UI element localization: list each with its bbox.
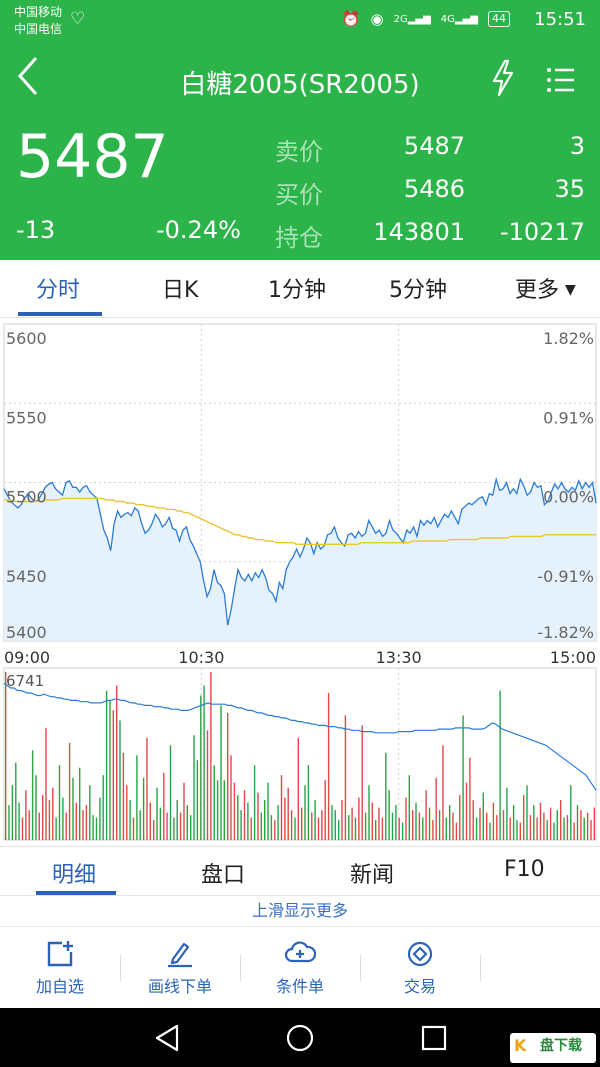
condition-order-button[interactable]: 条件单	[240, 927, 360, 1009]
price-axis-label: 5400	[6, 623, 47, 642]
price-axis-label: 5500	[6, 488, 47, 507]
buy-label: 买价	[275, 181, 323, 209]
trade-button[interactable]: 交易	[360, 927, 480, 1009]
flash-order-button[interactable]	[488, 58, 518, 98]
time-axis-label: 13:30	[376, 648, 422, 667]
trade-target-icon	[407, 941, 433, 967]
buy-row: 买价 5486 35	[275, 175, 585, 215]
position-value: 143801	[373, 218, 465, 246]
draw-order-button[interactable]: 画线下单	[120, 927, 240, 1009]
list-menu-icon	[547, 68, 574, 92]
status-time: 15:51	[534, 9, 586, 30]
time-axis-label: 09:00	[4, 648, 50, 667]
price-change-percent: -0.24%	[156, 216, 241, 244]
percent-axis-label: -0.91%	[537, 567, 594, 586]
swipe-up-hint[interactable]: 上滑显示更多	[0, 897, 600, 925]
percent-axis-label: 0.91%	[543, 408, 594, 427]
status-icons: ⏰ ◉ 2G▂▄▆ 4G▂▄▆ 44	[342, 10, 510, 28]
tab-f10[interactable]: F10	[504, 857, 545, 882]
active-info-tab-indicator	[36, 891, 116, 895]
cloud-plus-icon	[284, 941, 316, 963]
volume-average-line	[3, 682, 597, 791]
quote-header: 白糖2005(SR2005) 5487 -13 -0.24% 卖价 5487 3…	[0, 40, 600, 260]
buy-price: 5486	[403, 175, 465, 203]
menu-button[interactable]	[545, 65, 577, 95]
chart-svg: 5600 5550 5500 5450 5400 1.82% 0.91% 0.00% -0.91…	[3, 323, 597, 841]
intraday-chart[interactable]: 5600 5550 5500 5450 5400 1.82% 0.91% 0.00% -0.91…	[0, 318, 600, 846]
system-nav-bar: K 盘下载	[0, 1008, 600, 1067]
info-tabs: 明细 盘口 新闻 F10	[0, 846, 600, 896]
price-axis-label: 5600	[6, 329, 47, 348]
sell-volume: 3	[569, 132, 585, 160]
tab-1-minute[interactable]: 1分钟	[268, 272, 326, 304]
signal-4g-icon: 4G▂▄▆	[440, 13, 478, 25]
price-axis-label: 5550	[6, 408, 47, 427]
draw-order-label: 画线下单	[147, 977, 212, 996]
eye-icon: ◉	[370, 10, 384, 28]
add-watchlist-icon	[47, 941, 73, 967]
carrier-2-label: 中国电信	[14, 22, 63, 36]
percent-axis-label: 1.82%	[543, 329, 594, 348]
add-watchlist-label: 加自选	[35, 977, 84, 996]
toolbar-divider	[480, 955, 481, 981]
condition-order-label: 条件单	[275, 977, 324, 996]
nav-recents-icon[interactable]	[419, 1023, 449, 1053]
percent-axis-label: 0.00%	[543, 488, 594, 507]
caret-down-icon: ▼	[565, 282, 576, 298]
bottom-toolbar: 加自选 画线下单 条件单 交易	[0, 926, 600, 1008]
price-area	[4, 479, 596, 641]
tab-detail[interactable]: 明细	[52, 857, 96, 889]
nav-home-icon[interactable]	[285, 1023, 315, 1053]
time-axis-label: 15:00	[550, 648, 596, 667]
tab-5-minute[interactable]: 5分钟	[389, 272, 447, 304]
position-row: 持仓 143801 -10217	[275, 218, 585, 258]
tab-more-label: 更多	[515, 278, 560, 303]
tab-timeshare[interactable]: 分时	[36, 272, 80, 304]
sell-price: 5487	[403, 132, 465, 160]
pen-draw-icon	[168, 942, 192, 968]
buy-volume: 35	[554, 175, 585, 203]
lightning-icon	[492, 59, 514, 97]
price-axis-label: 5450	[6, 567, 47, 586]
watermark-mark: K	[514, 1036, 527, 1055]
status-bar: 中国移动 中国电信 ♡ ⏰ ◉ 2G▂▄▆ 4G▂▄▆ 44 15:51	[0, 0, 600, 40]
carrier-1-label: 中国移动	[14, 5, 63, 19]
add-watchlist-button[interactable]: 加自选	[0, 927, 120, 1009]
watermark-text: 盘下载	[540, 1038, 582, 1054]
tab-more[interactable]: 更多 ▼	[515, 272, 576, 304]
chart-tabs: 分时 日K 1分钟 5分钟 更多 ▼	[0, 260, 600, 318]
tab-orderbook[interactable]: 盘口	[201, 857, 245, 889]
time-axis-label: 10:30	[178, 648, 224, 667]
tab-news[interactable]: 新闻	[350, 857, 394, 889]
heart-rate-icon: ♡	[70, 9, 86, 29]
sell-row: 卖价 5487 3	[275, 132, 585, 172]
alarm-icon: ⏰	[341, 10, 361, 28]
battery-icon: 44	[488, 11, 510, 27]
trade-label: 交易	[403, 977, 436, 996]
nav-back-icon[interactable]	[152, 1023, 182, 1053]
active-tab-indicator	[18, 312, 102, 316]
tab-daily-k[interactable]: 日K	[162, 272, 198, 304]
sell-label: 卖价	[275, 138, 323, 166]
signal-2g-icon: 2G▂▄▆	[393, 13, 431, 25]
position-change: -10217	[499, 218, 585, 246]
price-change: -13	[16, 216, 56, 244]
position-label: 持仓	[275, 224, 323, 252]
percent-axis-label: -1.82%	[537, 623, 594, 642]
last-price: 5487	[16, 122, 169, 192]
volume-max-label: 6741	[6, 672, 44, 690]
watermark-logo: K 盘下载	[510, 1033, 596, 1063]
